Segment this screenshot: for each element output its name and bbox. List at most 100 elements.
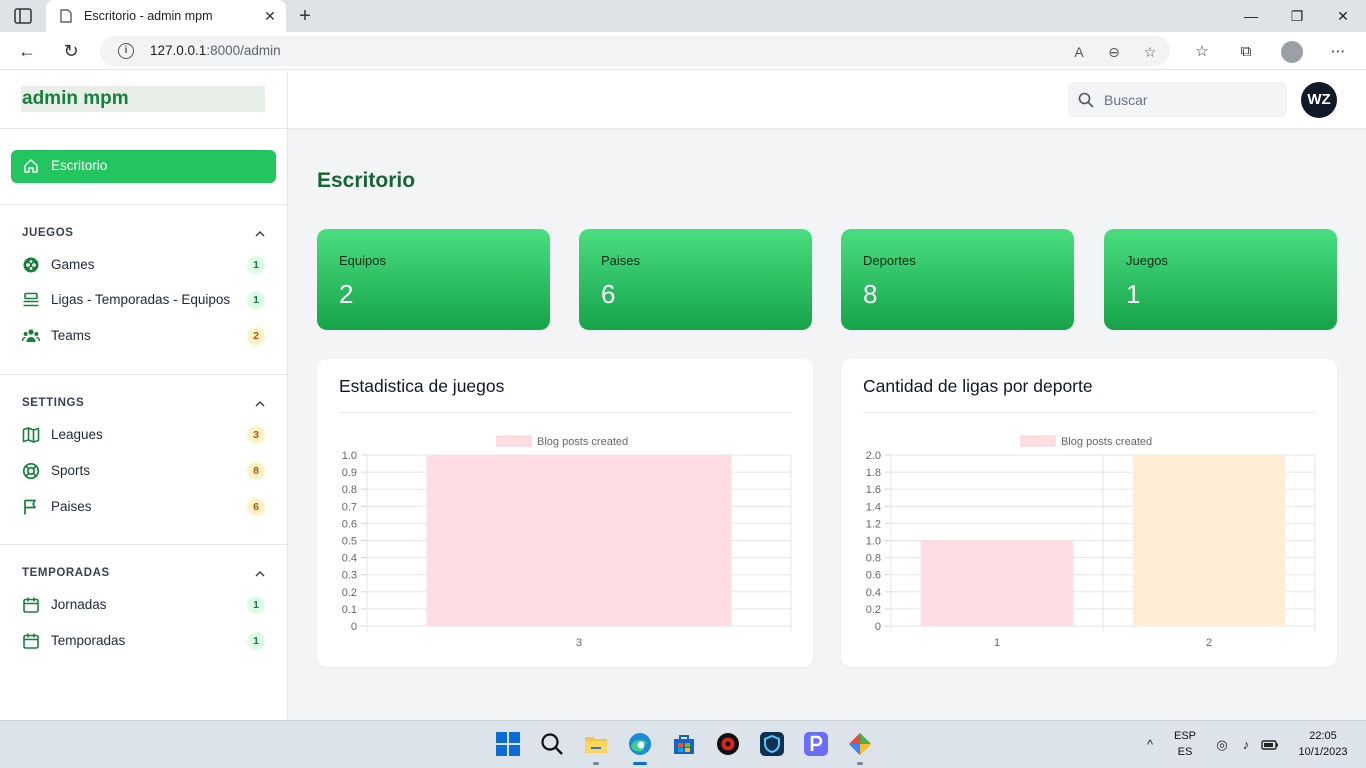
chevron-up-icon[interactable]: ^ [1141, 736, 1159, 754]
battery-icon[interactable] [1261, 736, 1279, 754]
x-tick-label: 3 [576, 637, 582, 649]
y-tick-label: 2.0 [866, 450, 881, 462]
bar-chart-ligas: Blog posts created 0 0.2 0.4 0.6 0.8 1.0 1.2 1.4… [866, 435, 1316, 649]
browser-tab[interactable]: Escritorio - admin mpm ✕ [46, 0, 286, 32]
lifebuoy-icon [22, 462, 40, 480]
user-avatar[interactable]: WZ [1301, 82, 1337, 118]
sidebar-item-escritorio[interactable]: Escritorio [11, 150, 276, 183]
keyboard-layout[interactable]: ES [1170, 746, 1200, 758]
app-git-icon[interactable] [847, 731, 873, 757]
y-tick-label: 0.5 [342, 536, 357, 548]
clock-date[interactable]: 10/1/2023 [1290, 746, 1356, 758]
y-tick-label: 1.6 [866, 484, 881, 496]
chart-bar [426, 455, 732, 626]
stat-card-deportes[interactable]: Deportes 8 [841, 229, 1074, 330]
clock-time[interactable]: 22:05 [1290, 730, 1356, 742]
start-icon[interactable] [495, 731, 521, 757]
y-tick-label: 0 [875, 621, 881, 633]
sidebar-item-sports[interactable]: Sports 8 [22, 460, 266, 482]
card-title: Cantidad de ligas por deporte [863, 376, 1093, 396]
y-tick-label: 0.6 [866, 570, 881, 582]
y-tick-label: 1.4 [866, 501, 881, 513]
chart-bar [920, 540, 1074, 626]
count-badge: 1 [247, 256, 265, 274]
new-tab-button[interactable]: + [294, 5, 316, 27]
chevron-up-icon[interactable] [253, 227, 267, 241]
calendar-icon [23, 633, 39, 649]
sidebar-item-temporadas[interactable]: Temporadas 1 [22, 630, 266, 652]
chevron-up-icon[interactable] [253, 567, 267, 581]
app-p-icon[interactable] [803, 731, 829, 757]
window-close-button[interactable]: ✕ [1330, 6, 1356, 26]
minimize-button[interactable]: — [1238, 6, 1264, 26]
y-tick-label: 0.6 [342, 518, 357, 530]
count-badge: 3 [247, 426, 265, 444]
sidebar-item-paises[interactable]: Paises 6 [22, 496, 266, 518]
x-tick-label: 1 [994, 637, 1000, 649]
count-badge: 1 [247, 291, 265, 309]
chevron-up-icon[interactable] [253, 397, 267, 411]
divider [0, 374, 288, 375]
back-button[interactable]: ← [16, 40, 38, 62]
browser-toolbar: ← ↻ i 127.0.0.1:8000/admin A ⊖ ☆ ☆ ⧉ ⋯ [0, 32, 1366, 70]
search-box[interactable] [1068, 82, 1287, 117]
main-content: Escritorio Equipos 2 Paises 6 Deportes 8… [288, 129, 1366, 720]
divider [339, 412, 791, 413]
divider [0, 128, 288, 129]
stat-card-equipos[interactable]: Equipos 2 [317, 229, 550, 330]
language-indicator[interactable]: ESP [1170, 730, 1200, 742]
brand-logo[interactable]: admin mpm [21, 86, 265, 112]
sidebar-item-games[interactable]: Games 1 [22, 254, 266, 276]
divider [0, 544, 288, 545]
volume-icon[interactable]: ♪ [1237, 736, 1255, 754]
legend-label: Blog posts created [537, 436, 628, 448]
network-icon[interactable]: ◎ [1213, 736, 1231, 754]
app-red-icon[interactable] [715, 731, 741, 757]
zoom-out-icon[interactable]: ⊖ [1105, 43, 1123, 61]
search-input[interactable] [1104, 90, 1274, 110]
home-icon [24, 159, 38, 173]
search-icon[interactable] [539, 731, 565, 757]
site-info-icon[interactable]: i [118, 43, 134, 59]
y-tick-label: 0.2 [342, 587, 357, 599]
tab-close-icon[interactable]: ✕ [262, 8, 278, 24]
gamepad-icon [23, 257, 39, 273]
app-shield-icon[interactable] [759, 731, 785, 757]
more-menu-icon[interactable]: ⋯ [1328, 42, 1348, 62]
sidebar-item-leagues[interactable]: Leagues 3 [22, 424, 266, 446]
y-tick-label: 0.2 [866, 604, 881, 616]
sidebar-item-label: Escritorio [51, 158, 108, 173]
stat-card-juegos[interactable]: Juegos 1 [1104, 229, 1337, 330]
users-icon [22, 329, 40, 342]
sidebar-item-ligas-temporadas-equipos[interactable]: Ligas - Temporadas - Equipos 1 [22, 289, 266, 311]
address-bar[interactable]: i 127.0.0.1:8000/admin A ⊖ ☆ [100, 36, 1170, 66]
stat-card-paises[interactable]: Paises 6 [579, 229, 812, 330]
read-aloud-icon[interactable]: A [1070, 43, 1088, 61]
edge-icon[interactable] [627, 731, 653, 757]
y-tick-label: 0.9 [342, 467, 357, 479]
store-icon[interactable] [671, 731, 697, 757]
add-favorite-icon[interactable]: ☆ [1141, 43, 1159, 61]
sidebar: admin mpm Escritorio JUEGOS Games 1 Liga… [0, 71, 288, 720]
legend-swatch [1020, 435, 1056, 447]
profile-avatar-icon[interactable] [1281, 41, 1303, 63]
reload-button[interactable]: ↻ [60, 40, 82, 62]
sidebar-item-teams[interactable]: Teams 2 [22, 325, 266, 347]
card-title: Estadistica de juegos [339, 376, 505, 396]
y-tick-label: 0.8 [342, 484, 357, 496]
favorites-icon[interactable]: ☆ [1192, 42, 1212, 62]
legend-label: Blog posts created [1061, 436, 1152, 448]
count-badge: 1 [247, 632, 265, 650]
maximize-button[interactable]: ❐ [1284, 6, 1310, 26]
sidebar-item-jornadas[interactable]: Jornadas 1 [22, 594, 266, 616]
section-title-temporadas: TEMPORADAS [22, 567, 110, 579]
url-text[interactable]: 127.0.0.1:8000/admin [150, 43, 281, 58]
tab-title: Escritorio - admin mpm [84, 9, 213, 23]
y-tick-label: 0.4 [342, 553, 357, 565]
tab-actions-icon[interactable] [14, 8, 32, 24]
collections-icon[interactable]: ⧉ [1236, 42, 1256, 62]
chart-card-juegos: Estadistica de juegos Blog posts created… [317, 359, 813, 667]
y-tick-label: 0.4 [866, 587, 881, 599]
file-explorer-icon[interactable] [583, 731, 609, 757]
url-path: :8000/admin [206, 43, 281, 58]
